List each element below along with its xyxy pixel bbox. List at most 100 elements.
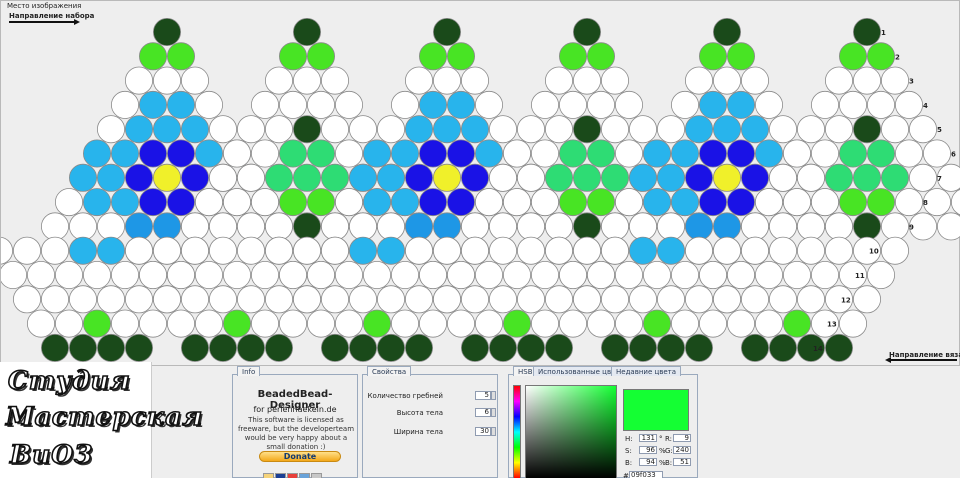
bead[interactable]	[306, 139, 335, 168]
bead[interactable]	[502, 139, 531, 168]
bead[interactable]	[545, 212, 574, 241]
bead[interactable]	[559, 42, 588, 71]
bead[interactable]	[320, 333, 349, 362]
bead[interactable]	[1, 261, 27, 289]
bead[interactable]	[404, 333, 433, 362]
bead[interactable]	[97, 212, 126, 241]
bead[interactable]	[867, 260, 896, 289]
bead[interactable]	[699, 309, 728, 338]
bead[interactable]	[55, 260, 84, 289]
bead[interactable]	[111, 260, 140, 289]
bead[interactable]	[474, 188, 503, 217]
bead[interactable]	[432, 115, 461, 144]
bead[interactable]	[390, 260, 419, 289]
bead[interactable]	[755, 188, 784, 217]
bead[interactable]	[236, 163, 265, 192]
bead[interactable]	[166, 309, 195, 338]
bead[interactable]	[69, 163, 98, 192]
bead[interactable]	[250, 260, 279, 289]
bead[interactable]	[236, 236, 265, 265]
bead[interactable]	[755, 309, 784, 338]
bead[interactable]	[741, 163, 770, 192]
bead[interactable]	[55, 188, 84, 217]
bead[interactable]	[26, 309, 56, 338]
bead[interactable]	[657, 115, 686, 144]
bead[interactable]	[559, 260, 588, 289]
bead[interactable]	[418, 309, 447, 338]
bead[interactable]	[713, 163, 742, 192]
bead[interactable]	[264, 66, 293, 95]
bead[interactable]	[432, 212, 461, 241]
bead[interactable]	[488, 212, 517, 241]
bead[interactable]	[418, 260, 447, 289]
bead[interactable]	[474, 90, 503, 119]
bead[interactable]	[292, 17, 321, 47]
bead[interactable]	[727, 188, 756, 217]
bead[interactable]	[97, 333, 126, 362]
bead[interactable]	[460, 333, 489, 362]
bead[interactable]	[180, 236, 209, 265]
bead[interactable]	[125, 163, 154, 192]
bead[interactable]	[460, 212, 489, 241]
bead[interactable]	[601, 66, 630, 95]
body-height-input[interactable]: 6	[475, 408, 491, 417]
bead[interactable]	[26, 260, 56, 289]
bead[interactable]	[278, 139, 307, 168]
bead[interactable]	[615, 260, 644, 289]
bead[interactable]	[320, 115, 349, 144]
bead[interactable]	[390, 90, 419, 119]
bead[interactable]	[376, 333, 405, 362]
bead[interactable]	[474, 260, 503, 289]
bead[interactable]	[713, 285, 742, 314]
bead[interactable]	[839, 90, 868, 119]
bead[interactable]	[348, 333, 377, 362]
bead[interactable]	[867, 42, 896, 71]
tab-recent-colors[interactable]: Недавние цвета	[611, 366, 682, 376]
bead[interactable]	[853, 17, 882, 47]
bead[interactable]	[755, 139, 784, 168]
bead[interactable]	[839, 309, 868, 338]
bead[interactable]	[55, 309, 84, 338]
bead[interactable]	[348, 163, 377, 192]
bead[interactable]	[292, 163, 321, 192]
bead[interactable]	[222, 309, 251, 338]
bead[interactable]	[250, 139, 279, 168]
bead[interactable]	[853, 115, 882, 144]
bead[interactable]	[432, 236, 461, 265]
bead[interactable]	[125, 66, 154, 95]
saturation-input[interactable]: 96	[639, 446, 657, 454]
bead[interactable]	[152, 285, 181, 314]
bead[interactable]	[601, 285, 630, 314]
bead[interactable]	[320, 163, 349, 192]
tab-properties[interactable]: Свойства	[367, 366, 412, 376]
bead[interactable]	[166, 260, 195, 289]
bead[interactable]	[867, 90, 896, 119]
bead[interactable]	[531, 188, 560, 217]
bead[interactable]	[517, 212, 546, 241]
bead[interactable]	[138, 139, 167, 168]
bead[interactable]	[769, 333, 798, 362]
bead[interactable]	[517, 333, 546, 362]
bead[interactable]	[12, 236, 42, 265]
bead[interactable]	[460, 285, 489, 314]
bead[interactable]	[923, 139, 952, 168]
bead[interactable]	[41, 236, 70, 265]
bead[interactable]	[797, 115, 826, 144]
bead[interactable]	[348, 212, 377, 241]
bead[interactable]	[208, 115, 237, 144]
bead[interactable]	[502, 188, 531, 217]
bead[interactable]	[671, 139, 700, 168]
bead[interactable]	[278, 188, 307, 217]
bead[interactable]	[152, 236, 181, 265]
bead[interactable]	[446, 90, 475, 119]
bead[interactable]	[166, 42, 195, 71]
bead[interactable]	[250, 90, 279, 119]
bead[interactable]	[825, 333, 854, 362]
bead[interactable]	[587, 139, 616, 168]
bead[interactable]	[362, 260, 391, 289]
ridges-count-input[interactable]: 5	[475, 391, 491, 400]
bead[interactable]	[376, 285, 405, 314]
bead[interactable]	[769, 285, 798, 314]
bead[interactable]	[769, 212, 798, 241]
bead[interactable]	[531, 90, 560, 119]
